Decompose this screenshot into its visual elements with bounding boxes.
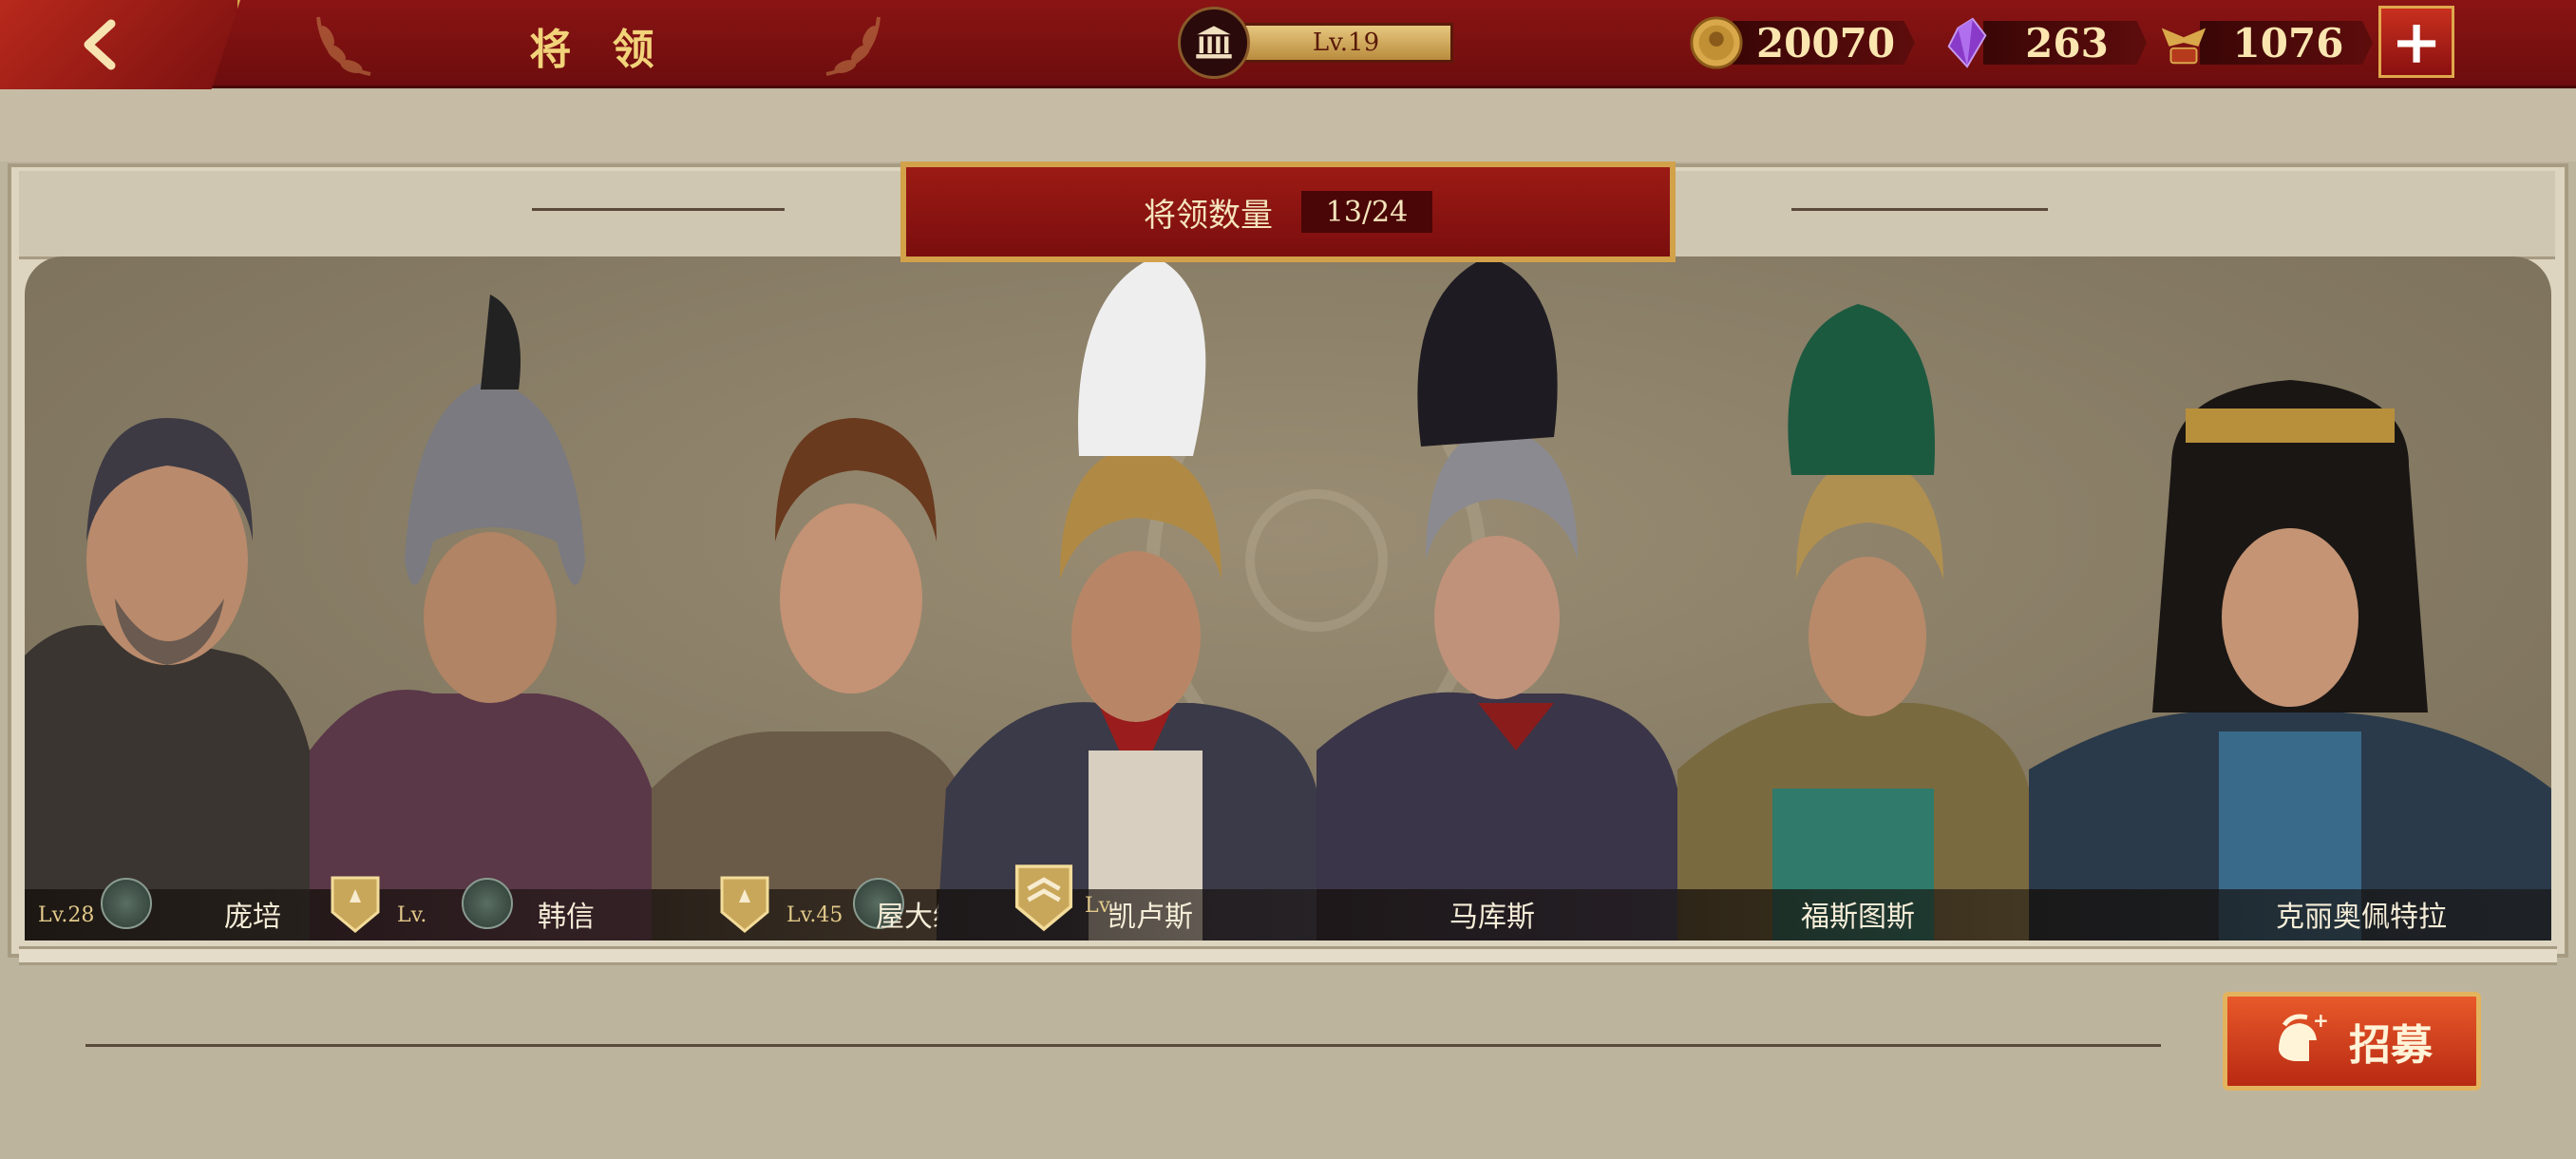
- general-count-value: 13/24: [1301, 191, 1432, 233]
- general-count-label: 将领数量: [1144, 196, 1273, 235]
- top-bar: 将 领 Lv.19 20070 263 1076 +: [0, 0, 2576, 89]
- general-name: 韩信: [538, 901, 595, 934]
- general-portrait: [937, 256, 1316, 940]
- gem-value: 263: [1983, 21, 2147, 65]
- header-strip: [0, 89, 2576, 162]
- laurel-left-icon: [316, 16, 371, 76]
- divider-line: [85, 1044, 2161, 1047]
- general-name: 克丽奥佩特拉: [2276, 901, 2447, 934]
- spqr-eagle-icon: [2154, 13, 2213, 72]
- general-card-pompey[interactable]: Lv.28 庞培: [25, 256, 310, 940]
- generals-gallery[interactable]: Lv.28 庞培 Lv. 韩信 Lv.45 屋大维 Lv. 凯卢斯 马库斯 福斯…: [25, 256, 2551, 940]
- general-card-hanxin[interactable]: Lv. 韩信: [310, 256, 652, 940]
- general-level: Lv.28: [38, 903, 95, 927]
- page-title: 将 领: [529, 26, 668, 74]
- spartan-helmet-plus-icon: +: [2279, 1012, 2329, 1061]
- svg-text:+: +: [2313, 1012, 2329, 1032]
- back-button[interactable]: [0, 0, 240, 89]
- general-card-faustus[interactable]: 福斯图斯: [1677, 256, 2029, 940]
- divider-line: [532, 208, 785, 211]
- back-arrow-icon: [84, 19, 116, 70]
- spqr-resource[interactable]: 1076: [2154, 13, 2373, 72]
- rank-badge-icon: [1014, 864, 1073, 932]
- general-portrait: [25, 418, 310, 940]
- general-name: 福斯图斯: [1801, 901, 1915, 934]
- general-count-banner: 将领数量 13/24: [900, 162, 1676, 262]
- general-portrait: [2029, 380, 2551, 940]
- add-resource-button[interactable]: +: [2378, 6, 2454, 78]
- gold-coin-icon: [1687, 13, 1746, 72]
- plus-icon: +: [2391, 6, 2442, 78]
- general-portrait: [652, 418, 965, 940]
- laurel-right-icon: [825, 16, 881, 76]
- purple-gem-icon: [1938, 13, 1997, 72]
- spqr-value: 1076: [2200, 21, 2373, 65]
- recruit-button[interactable]: + 招募: [2223, 992, 2481, 1091]
- frame-bottom-rule: [19, 946, 2557, 965]
- general-card-caelus[interactable]: Lv. 凯卢斯: [937, 256, 1316, 940]
- gold-value: 20070: [1733, 21, 1915, 65]
- general-name: 凯卢斯: [1108, 901, 1193, 934]
- temple-icon: [1178, 7, 1250, 79]
- general-portrait: [1316, 256, 1677, 940]
- general-portrait: [1677, 304, 2029, 940]
- faction-emblem-icon: [462, 878, 513, 929]
- rank-badge-icon: [331, 876, 380, 933]
- recruit-label: 招募: [2349, 1021, 2433, 1070]
- general-card-octavian[interactable]: Lv.45 屋大维: [652, 256, 965, 940]
- faction-shield-icon: [101, 878, 152, 929]
- gem-resource[interactable]: 263: [1938, 13, 2147, 72]
- general-card-cleopatra[interactable]: 克丽奥佩特拉: [2029, 256, 2551, 940]
- general-name: 庞培: [224, 901, 281, 934]
- general-level: Lv.45: [786, 903, 843, 927]
- player-level[interactable]: Lv.19: [1178, 7, 1453, 79]
- gold-resource[interactable]: 20070: [1687, 13, 1915, 72]
- general-name: 马库斯: [1449, 901, 1535, 934]
- general-level: Lv.: [397, 903, 427, 927]
- rank-badge-icon: [720, 876, 769, 933]
- general-card-marcus[interactable]: 马库斯: [1316, 256, 1677, 940]
- divider-line: [1791, 208, 2048, 211]
- general-portrait: [310, 294, 652, 940]
- level-label: Lv.19: [1239, 23, 1453, 63]
